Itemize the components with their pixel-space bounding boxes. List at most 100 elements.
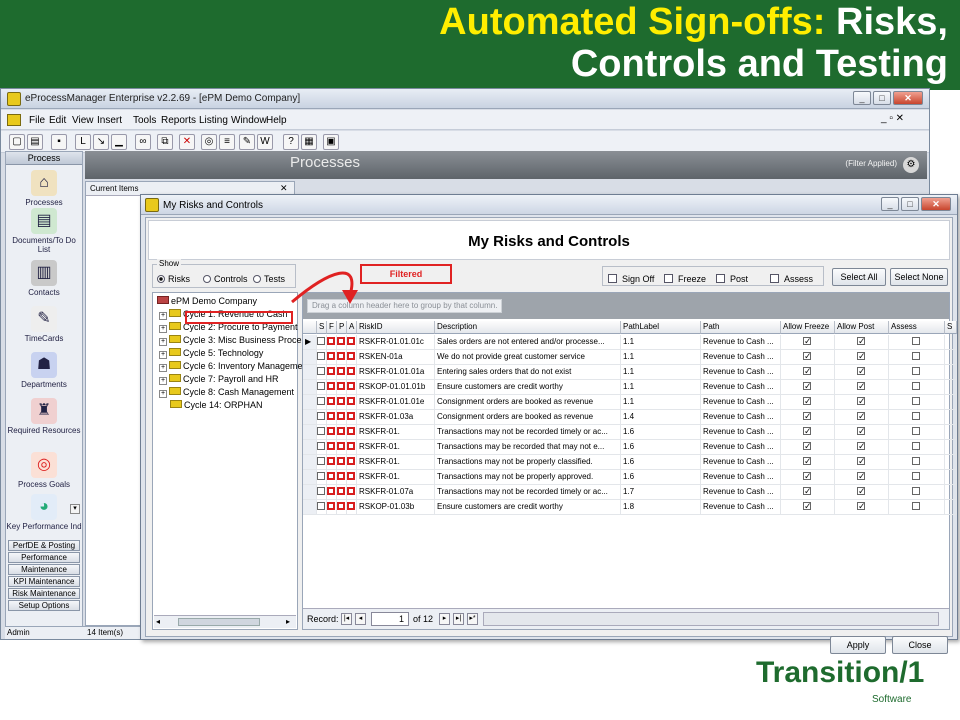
- row-checkbox[interactable]: [803, 425, 812, 438]
- table-cell[interactable]: RSKFR-01.01.01a: [357, 365, 435, 380]
- apply-button[interactable]: Apply: [830, 636, 886, 654]
- table-cell[interactable]: RSKFR-01.: [357, 440, 435, 455]
- row-checkbox[interactable]: [317, 352, 325, 360]
- row-checkbox[interactable]: [912, 442, 920, 450]
- nav-button-kpi-maintenance[interactable]: KPI Maintenance: [8, 576, 80, 587]
- document-icon[interactable]: ≡: [219, 134, 235, 150]
- nav-button-performance[interactable]: Performance: [8, 552, 80, 563]
- table-cell[interactable]: [781, 485, 835, 500]
- grid-header-11[interactable]: S: [945, 321, 957, 334]
- table-cell[interactable]: Revenue to Cash ...: [701, 470, 781, 485]
- table-cell[interactable]: Transactions may not be properly approve…: [435, 470, 621, 485]
- row-checkbox[interactable]: [803, 500, 812, 513]
- table-cell[interactable]: [889, 410, 945, 425]
- grid-horizontal-scrollbar[interactable]: [483, 612, 939, 626]
- table-cell[interactable]: RSKOP-01.03b: [357, 500, 435, 515]
- table-cell[interactable]: [337, 425, 347, 440]
- delete-icon[interactable]: ✕: [179, 134, 195, 150]
- help-icon[interactable]: ?: [283, 134, 299, 150]
- nav-button-risk-maintenance[interactable]: Risk Maintenance: [8, 588, 80, 599]
- table-cell[interactable]: 1.1: [621, 350, 701, 365]
- radio-tests[interactable]: Tests: [253, 274, 285, 284]
- row-checkbox[interactable]: [857, 485, 866, 498]
- table-cell[interactable]: Sales orders are not entered and/or proc…: [435, 335, 621, 350]
- next-record-button[interactable]: ▸: [439, 613, 450, 625]
- row-checkbox[interactable]: [857, 470, 866, 483]
- row-checkbox[interactable]: [912, 412, 920, 420]
- row-checkbox[interactable]: [347, 442, 355, 450]
- table-cell[interactable]: [327, 425, 337, 440]
- table-cell[interactable]: Transactions may not be recorded timely …: [435, 425, 621, 440]
- row-checkbox[interactable]: [803, 350, 812, 363]
- open-folder-icon[interactable]: ▤: [27, 134, 43, 150]
- tree-scroll-thumb[interactable]: [178, 618, 260, 626]
- table-cell[interactable]: [781, 410, 835, 425]
- table-cell[interactable]: [347, 380, 357, 395]
- row-checkbox[interactable]: [857, 455, 866, 468]
- row-checkbox[interactable]: [337, 427, 345, 435]
- table-cell[interactable]: [835, 380, 889, 395]
- edit-document-icon[interactable]: ✎: [239, 134, 255, 150]
- table-cell[interactable]: [337, 365, 347, 380]
- table-cell[interactable]: Revenue to Cash ...: [701, 395, 781, 410]
- row-checkbox[interactable]: [317, 397, 325, 405]
- table-cell[interactable]: [347, 470, 357, 485]
- tree-item-cycle7[interactable]: + Cycle 7: Payroll and HR: [159, 374, 279, 385]
- table-cell[interactable]: [347, 440, 357, 455]
- table-cell[interactable]: Revenue to Cash ...: [701, 485, 781, 500]
- row-checkbox[interactable]: [347, 502, 355, 510]
- table-cell[interactable]: [889, 440, 945, 455]
- radio-controls[interactable]: Controls: [203, 274, 248, 284]
- row-checkbox[interactable]: [317, 502, 325, 510]
- table-cell[interactable]: Revenue to Cash ...: [701, 410, 781, 425]
- table-cell[interactable]: [835, 470, 889, 485]
- tree-view-icon[interactable]: L: [75, 134, 91, 150]
- nav-item-contacts[interactable]: ▥ Contacts: [6, 260, 82, 297]
- table-cell[interactable]: [889, 500, 945, 515]
- table-cell[interactable]: Ensure customers are credit worthy: [435, 380, 621, 395]
- table-cell[interactable]: [337, 500, 347, 515]
- table-cell[interactable]: [781, 380, 835, 395]
- row-checkbox[interactable]: [337, 502, 345, 510]
- table-cell[interactable]: Revenue to Cash ...: [701, 365, 781, 380]
- table-cell[interactable]: [317, 485, 327, 500]
- nav-item-timecards[interactable]: ✎ TimeCards: [6, 306, 82, 343]
- new-icon[interactable]: ▢: [9, 134, 25, 150]
- table-cell[interactable]: [781, 440, 835, 455]
- row-selector[interactable]: [303, 425, 317, 440]
- table-cell[interactable]: [835, 395, 889, 410]
- grid-header-7[interactable]: Path: [701, 321, 781, 334]
- table-cell[interactable]: [327, 410, 337, 425]
- row-checkbox[interactable]: [327, 382, 335, 390]
- word-icon[interactable]: W: [257, 134, 273, 150]
- row-checkbox[interactable]: [337, 337, 345, 345]
- table-cell[interactable]: [327, 350, 337, 365]
- table-cell[interactable]: [347, 455, 357, 470]
- row-checkbox[interactable]: [317, 472, 325, 480]
- row-checkbox[interactable]: [337, 352, 345, 360]
- row-checkbox[interactable]: [317, 382, 325, 390]
- row-checkbox[interactable]: [327, 352, 335, 360]
- table-cell[interactable]: [347, 425, 357, 440]
- table-cell[interactable]: [327, 440, 337, 455]
- row-checkbox[interactable]: [337, 412, 345, 420]
- row-checkbox[interactable]: [327, 427, 335, 435]
- table-cell[interactable]: Revenue to Cash ...: [701, 425, 781, 440]
- table-cell[interactable]: 1.8: [621, 500, 701, 515]
- table-cell[interactable]: [317, 380, 327, 395]
- table-cell[interactable]: Revenue to Cash ...: [701, 455, 781, 470]
- table-cell[interactable]: [835, 455, 889, 470]
- row-checkbox[interactable]: [317, 412, 325, 420]
- table-cell[interactable]: [327, 500, 337, 515]
- row-checkbox[interactable]: [912, 502, 920, 510]
- table-cell[interactable]: [347, 350, 357, 365]
- table-cell[interactable]: [327, 470, 337, 485]
- tree-item-cycle6[interactable]: + Cycle 6: Inventory Manageme: [159, 361, 303, 372]
- row-checkbox[interactable]: [337, 472, 345, 480]
- row-checkbox[interactable]: [347, 457, 355, 465]
- flow-icon[interactable]: ↘: [93, 134, 109, 150]
- row-checkbox[interactable]: [327, 337, 335, 345]
- row-checkbox[interactable]: [317, 367, 325, 375]
- table-cell[interactable]: Consignment orders are booked as revenue: [435, 410, 621, 425]
- table-cell[interactable]: [835, 410, 889, 425]
